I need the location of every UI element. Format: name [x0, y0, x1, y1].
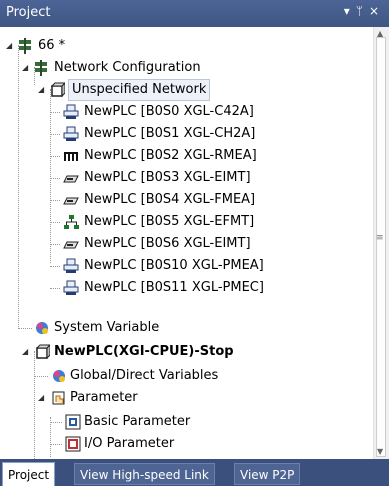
tree-item-label: Parameter — [70, 390, 138, 405]
tree-item-label: NewPLC [B0S0 XGL-C42A] — [84, 104, 254, 119]
tree-item-root[interactable]: ◢ 66 * — [0, 35, 370, 57]
plc-module-icon — [62, 258, 79, 274]
bottom-tab-bar: Project View High-speed Link View P2P — [0, 459, 389, 486]
tree-item-label: Unspecified Network — [68, 79, 211, 101]
tab-view-p2p[interactable]: View P2P — [234, 463, 301, 485]
collapse-icon[interactable]: ◢ — [22, 341, 32, 363]
ethernet-module-icon — [62, 192, 79, 208]
tree-item-label: NewPLC [B0S10 XGL-PMEA] — [84, 258, 264, 273]
tree-item-network-configuration[interactable]: ◢ Network Configuration — [0, 57, 370, 79]
collapse-icon[interactable]: ◢ — [6, 35, 16, 57]
tree-item-label: 66 * — [38, 38, 66, 53]
collapse-icon[interactable]: ◢ — [22, 57, 32, 79]
panel-title: Project — [6, 5, 51, 20]
plc-module-icon — [62, 126, 79, 142]
tree-item-parameter[interactable]: ◢ Parameter — [0, 387, 370, 409]
plc-module-icon — [62, 104, 79, 120]
tree-item-global-variables[interactable]: Global/Direct Variables — [0, 365, 370, 387]
scrollbar-thumb[interactable] — [376, 37, 386, 457]
collapse-icon[interactable]: ◢ — [38, 79, 48, 101]
tree-item-plc[interactable]: NewPLC [B0S6 XGL-EIMT] — [0, 233, 370, 255]
ethernet-module-icon — [62, 170, 79, 186]
scroll-down-icon[interactable]: ▼ — [377, 447, 383, 456]
tree-item-label: Global/Direct Variables — [70, 368, 219, 383]
tree-item-plc[interactable]: NewPLC [B0S5 XGL-EFMT] — [0, 211, 370, 233]
cpu-icon — [33, 344, 50, 360]
tree-item-cpu[interactable]: ◢ NewPLC(XGI-CPUE)-Stop — [0, 341, 370, 363]
tab-project[interactable]: Project — [2, 462, 56, 486]
tree-item-label: NewPLC(XGI-CPUE)-Stop — [54, 344, 234, 359]
tree-item-plc[interactable]: NewPLC [B0S4 XGL-FMEA] — [0, 189, 370, 211]
network-tree-icon — [62, 214, 79, 230]
project-icon — [16, 38, 33, 54]
tree-item-plc[interactable]: NewPLC [B0S10 XGL-PMEA] — [0, 255, 370, 277]
close-icon[interactable]: × — [369, 4, 385, 18]
tree-item-label: NewPLC [B0S1 XGL-CH2A] — [84, 126, 256, 141]
global-variables-icon — [50, 368, 67, 384]
pin-icon[interactable]: ᛘ — [356, 4, 369, 18]
tree-item-plc[interactable]: NewPLC [B0S2 XGL-RMEA] — [0, 145, 370, 167]
system-variable-icon — [33, 320, 50, 336]
collapse-icon[interactable]: ◢ — [38, 387, 48, 409]
tree-item-plc[interactable]: NewPLC [B0S11 XGL-PMEC] — [0, 277, 370, 299]
remote-module-icon — [62, 148, 79, 164]
plc-module-icon — [62, 280, 79, 296]
dropdown-icon[interactable]: ▾ — [344, 4, 356, 18]
network-configuration-icon — [32, 60, 49, 76]
tree-item-unspecified-network[interactable]: ◢ Unspecified Network — [0, 79, 370, 101]
tree-item-plc[interactable]: NewPLC [B0S3 XGL-EIMT] — [0, 167, 370, 189]
tree-item-io-parameter[interactable]: I/O Parameter — [0, 433, 370, 455]
io-parameter-icon — [64, 436, 81, 452]
ethernet-module-icon — [62, 236, 79, 252]
tree-item-basic-parameter[interactable]: Basic Parameter — [0, 411, 370, 433]
tree-item-label: NewPLC [B0S5 XGL-EFMT] — [84, 214, 255, 229]
tree-item-label: NewPLC [B0S11 XGL-PMEC] — [84, 280, 264, 295]
tree-item-label: NewPLC [B0S3 XGL-EIMT] — [84, 170, 251, 185]
tree-item-plc[interactable]: NewPLC [B0S1 XGL-CH2A] — [0, 123, 370, 145]
tree-item-label: System Variable — [54, 320, 160, 335]
tree-item-plc[interactable]: NewPLC [B0S0 XGL-C42A] — [0, 101, 370, 123]
vertical-scrollbar[interactable]: ▲ ≡ ▼ — [373, 27, 389, 459]
tree-item-label: NewPLC [B0S4 XGL-FMEA] — [84, 192, 256, 207]
parameter-icon — [50, 390, 67, 406]
tree-item-label: NewPLC [B0S6 XGL-EIMT] — [84, 236, 251, 251]
tree-item-label: NewPLC [B0S2 XGL-RMEA] — [84, 148, 257, 163]
panel-controls: ▾ᛘ× — [344, 4, 385, 18]
tree-item-system-variable[interactable]: System Variable — [0, 317, 370, 339]
tree-item-label: Network Configuration — [54, 60, 201, 75]
tree-item-label: I/O Parameter — [84, 436, 175, 451]
panel-titlebar: Project ▾ᛘ× — [0, 0, 389, 27]
project-tree[interactable]: ◢ 66 * ◢ Network Configuration ◢ Unspeci… — [0, 27, 374, 459]
tree-item-label: Basic Parameter — [84, 414, 191, 429]
basic-parameter-icon — [64, 414, 81, 430]
scroll-grip-icon: ≡ — [376, 233, 384, 243]
network-cube-icon — [48, 82, 65, 98]
tab-view-high-speed-link[interactable]: View High-speed Link — [74, 463, 215, 485]
